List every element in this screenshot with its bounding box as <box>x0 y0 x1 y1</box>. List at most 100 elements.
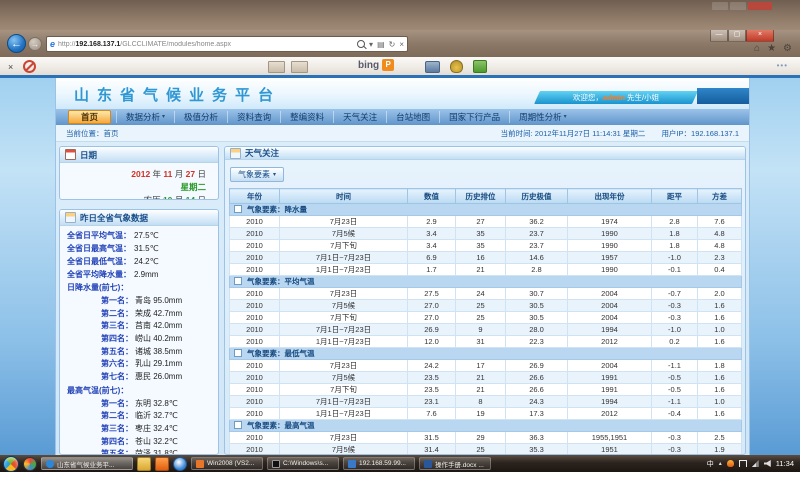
flame-tray-icon[interactable] <box>727 460 734 467</box>
table-row: 20107月23日2.92736.219742.87.6 <box>230 216 742 228</box>
star-icon[interactable]: ★ <box>767 43 776 55</box>
table-cell: 4.8 <box>698 228 742 240</box>
stop-icon[interactable]: × <box>399 40 404 49</box>
table-row: 20107月5候31.42535.31951-0.31.9 <box>230 444 742 456</box>
table-cell: 2010 <box>230 336 280 348</box>
ie-favicon: e <box>50 39 55 49</box>
background-minimize-button[interactable] <box>712 2 728 10</box>
nav-item-6[interactable]: 台站地图 <box>386 111 439 123</box>
taskbar-button-label: Win2008 (VS2... <box>207 460 254 467</box>
back-button[interactable]: ← <box>7 34 26 53</box>
puzzle-icon[interactable] <box>473 60 487 73</box>
column-header[interactable]: 历史排位 <box>456 189 506 204</box>
table-cell: 2010 <box>230 240 280 252</box>
volume-icon[interactable] <box>764 460 771 467</box>
summary-label: 全省日最低气温： <box>67 256 131 269</box>
column-header[interactable]: 时间 <box>280 189 408 204</box>
column-header[interactable]: 出现年份 <box>568 189 652 204</box>
column-header[interactable]: 方差 <box>698 189 742 204</box>
panel-icon <box>230 148 241 159</box>
show-hidden-icons[interactable]: ▴ <box>719 460 722 467</box>
search-icon[interactable] <box>357 40 365 48</box>
gear-icon[interactable]: ⚙ <box>783 43 792 55</box>
nav-item-8[interactable]: 周期性分析▾ <box>509 111 576 123</box>
expand-checkbox[interactable] <box>234 349 242 357</box>
expand-checkbox[interactable] <box>234 205 242 213</box>
nav-item-2[interactable]: 极值分析 <box>174 111 227 123</box>
start-button[interactable] <box>3 456 19 472</box>
camera-icon[interactable] <box>425 61 440 73</box>
close-button[interactable]: × <box>746 30 774 42</box>
expand-checkbox[interactable] <box>234 277 242 285</box>
address-bar[interactable]: e http://192.168.137.1/GLCCLIMATE/module… <box>46 36 408 52</box>
table-cell: 2010 <box>230 444 280 456</box>
table-cell: 1990 <box>568 264 652 276</box>
nav-item-0[interactable]: 首页 <box>68 110 111 124</box>
compatibility-view-icon[interactable]: ▤ <box>377 40 385 49</box>
table-cell: 0.2 <box>652 336 698 348</box>
action-center-icon[interactable] <box>739 460 747 467</box>
table-cell: 2010 <box>230 432 280 444</box>
bing-search-widget[interactable]: bing P <box>358 59 394 71</box>
refresh-icon[interactable]: ↻ <box>389 40 396 49</box>
summary-line: 全省日最高气温：31.5℃ <box>67 243 214 256</box>
minimize-button[interactable]: — <box>710 30 728 42</box>
url-text[interactable]: http://192.168.137.1/GLCCLIMATE/modules/… <box>58 41 357 48</box>
maximize-button[interactable]: ▢ <box>728 30 746 42</box>
chevron-down-icon: ▾ <box>162 111 165 123</box>
rank-value: 崂山 40.2mm <box>135 333 182 346</box>
table-cell: 1月1日~7月23日 <box>280 336 408 348</box>
column-header[interactable]: 年份 <box>230 189 280 204</box>
forward-button[interactable]: → <box>28 37 42 51</box>
blocker-icon[interactable] <box>23 60 36 73</box>
explorer-icon[interactable] <box>137 457 151 471</box>
nav-item-5[interactable]: 天气关注 <box>333 111 386 123</box>
site-body: 日期 2012 年 11 月 27 日星期二农历 10 月 14 日壬辰 年 辛… <box>56 142 749 455</box>
media-player-icon[interactable] <box>173 457 187 471</box>
nav-item-4[interactable]: 整编资料 <box>280 111 333 123</box>
nav-item-3[interactable]: 资料查询 <box>227 111 280 123</box>
rdp-icon <box>348 460 356 468</box>
table-cell: -0.7 <box>652 288 698 300</box>
table-cell: 27 <box>456 216 506 228</box>
paw-icon[interactable] <box>450 60 463 73</box>
input-language-indicator[interactable]: 中 <box>707 459 714 469</box>
table-cell: 7月23日 <box>280 360 408 372</box>
background-maximize-button[interactable] <box>730 2 746 10</box>
taskbar-button-3[interactable]: 192.168.59.99... <box>343 457 415 470</box>
column-header[interactable]: 数值 <box>408 189 456 204</box>
calendar-line: 2012 年 11 月 27 日 <box>72 168 206 181</box>
table-cell: 1.8 <box>698 360 742 372</box>
table-cell: 7月23日 <box>280 432 408 444</box>
taskbar-button-4[interactable]: 操作手册.docx ... <box>419 457 491 470</box>
table-row: 20107月23日31.52936.31955,1951-0.32.5 <box>230 432 742 444</box>
table-cell: 1957 <box>568 252 652 264</box>
taskbar-button-2[interactable]: C:\Windows\s... <box>267 457 339 470</box>
network-icon[interactable] <box>752 460 759 467</box>
addon-close-icon[interactable]: × <box>8 62 13 72</box>
calendar-icon <box>65 149 76 160</box>
nav-item-1[interactable]: 数据分析▾ <box>116 111 174 123</box>
rank-line: 第二名：临沂 32.7℃ <box>67 410 214 423</box>
table-cell: -0.3 <box>652 312 698 324</box>
quick-launch-icon[interactable] <box>23 457 37 471</box>
taskbar-button-0[interactable]: 山东省气候业务平... <box>41 457 133 470</box>
taskbar-clock[interactable]: 11:34 <box>776 459 794 468</box>
card-icon[interactable] <box>291 61 308 73</box>
home-icon[interactable]: ⌂ <box>754 43 760 55</box>
mail-icon[interactable] <box>268 61 285 73</box>
page-title: 山东省气候业务平台 <box>74 84 281 105</box>
element-filter-button[interactable]: 气象要素 ▾ <box>230 167 284 182</box>
column-header[interactable]: 距平 <box>652 189 698 204</box>
expand-checkbox[interactable] <box>234 421 242 429</box>
column-header[interactable]: 历史极值 <box>506 189 568 204</box>
chevron-down-icon[interactable]: ▾ <box>369 40 373 49</box>
app-orange-icon[interactable] <box>155 457 169 471</box>
taskbar-button-1[interactable]: Win2008 (VS2... <box>191 457 263 470</box>
table-cell: 7月下旬 <box>280 312 408 324</box>
background-close-button[interactable] <box>748 2 772 10</box>
table-cell: 7.6 <box>408 408 456 420</box>
more-options-icon[interactable]: ••• <box>777 61 788 70</box>
nav-item-7[interactable]: 国家下行产品 <box>439 111 509 123</box>
rank-value: 青岛 95.0mm <box>135 295 182 308</box>
